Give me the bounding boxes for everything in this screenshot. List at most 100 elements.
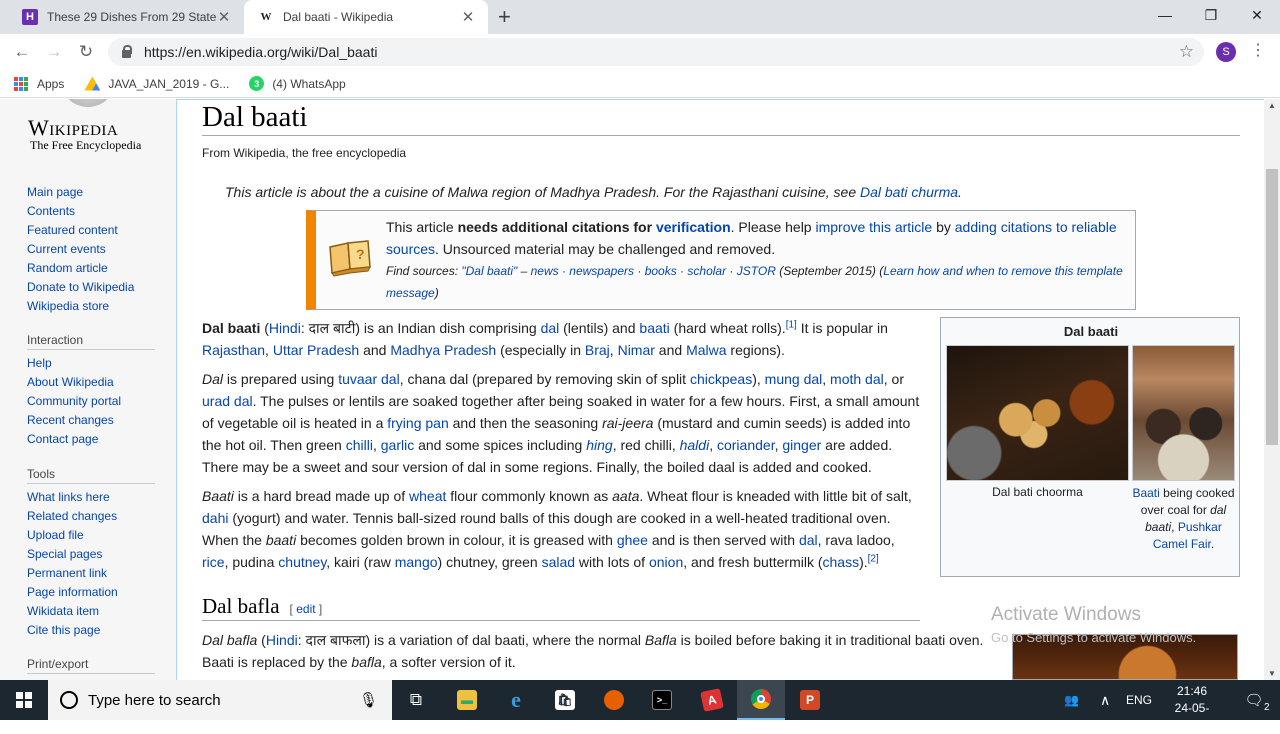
ginger-link[interactable]: ginger bbox=[782, 437, 821, 453]
newspapers-link[interactable]: newspapers bbox=[569, 264, 634, 278]
nav-link[interactable]: Special pages bbox=[27, 545, 155, 564]
reference-link[interactable]: [1] bbox=[786, 319, 797, 330]
mango-link[interactable]: mango bbox=[395, 554, 438, 570]
dahi-link[interactable]: dahi bbox=[202, 510, 228, 526]
nav-link[interactable]: Upload file bbox=[27, 526, 155, 545]
nav-link[interactable]: What links here bbox=[27, 488, 155, 507]
restore-icon[interactable]: ❐ bbox=[1188, 0, 1234, 30]
terminal-icon[interactable]: >_ bbox=[638, 680, 686, 720]
page-scrollbar[interactable]: ▲ ▼ bbox=[1264, 99, 1280, 680]
salad-link[interactable]: salad bbox=[542, 554, 575, 570]
nav-link[interactable]: Random article bbox=[27, 259, 134, 278]
bookmark-java[interactable]: JAVA_JAN_2019 - G... bbox=[84, 76, 229, 91]
hindi-link[interactable]: Hindi bbox=[269, 320, 301, 336]
reload-icon[interactable]: ↻ bbox=[74, 40, 98, 64]
store-icon[interactable]: 🛍 bbox=[541, 680, 589, 720]
tab-dishes[interactable]: H These 29 Dishes From 29 States I ✕ bbox=[8, 0, 244, 34]
nav-link[interactable]: Recent changes bbox=[27, 411, 155, 430]
nav-link[interactable]: Page information bbox=[27, 583, 155, 602]
nav-link[interactable]: About Wikipedia bbox=[27, 373, 155, 392]
baati-cooking-image[interactable] bbox=[1132, 345, 1235, 481]
task-view-icon[interactable]: ⧉ bbox=[392, 680, 440, 720]
scroll-thumb[interactable] bbox=[1266, 169, 1278, 445]
language-indicator[interactable]: ENG bbox=[1126, 680, 1152, 720]
nav-link[interactable]: Contents bbox=[27, 202, 134, 221]
jstor-link[interactable]: JSTOR bbox=[737, 264, 776, 278]
nav-link[interactable]: Wikipedia store bbox=[27, 297, 134, 316]
find-query-link[interactable]: "Dal baati" bbox=[461, 264, 517, 278]
bookmark-apps[interactable]: Apps bbox=[14, 76, 64, 91]
dal-link[interactable]: dal bbox=[799, 532, 818, 548]
frying-pan-link[interactable]: frying pan bbox=[387, 415, 448, 431]
system-clock[interactable]: 21:46 24-05-2019 bbox=[1162, 683, 1222, 734]
notifications-icon[interactable]: 🗨 2 bbox=[1234, 680, 1274, 720]
nav-link[interactable]: Help bbox=[27, 354, 155, 373]
dal-bati-choorma-image[interactable] bbox=[946, 345, 1129, 481]
improve-link[interactable]: improve this article bbox=[815, 219, 932, 235]
profile-avatar[interactable]: S bbox=[1216, 42, 1236, 62]
mung-dal-link[interactable]: mung dal bbox=[765, 371, 823, 387]
powerpoint-icon[interactable]: P bbox=[786, 680, 834, 720]
bookmark-whatsapp[interactable]: 3 (4) WhatsApp bbox=[249, 76, 346, 91]
start-button[interactable] bbox=[0, 680, 48, 720]
people-icon[interactable]: 👥 bbox=[1064, 680, 1079, 720]
reference-link[interactable]: [2] bbox=[868, 553, 879, 564]
baati-link[interactable]: Baati bbox=[1132, 486, 1159, 500]
chutney-link[interactable]: chutney bbox=[278, 554, 326, 570]
url-text[interactable]: https://en.wikipedia.org/wiki/Dal_baati bbox=[144, 44, 377, 60]
address-bar[interactable]: https://en.wikipedia.org/wiki/Dal_baati … bbox=[108, 38, 1204, 66]
nav-link[interactable]: Current events bbox=[27, 240, 134, 259]
edge-icon[interactable]: e bbox=[492, 680, 540, 720]
chrome-icon[interactable] bbox=[737, 680, 785, 720]
close-window-icon[interactable]: ✕ bbox=[1234, 0, 1280, 30]
rice-link[interactable]: rice bbox=[202, 554, 225, 570]
tray-chevron-icon[interactable]: ∧ bbox=[1100, 680, 1110, 720]
nav-link[interactable]: Related changes bbox=[27, 507, 155, 526]
malwa-link[interactable]: Malwa bbox=[686, 342, 726, 358]
file-explorer-icon[interactable]: ▬ bbox=[443, 680, 491, 720]
acrobat-icon[interactable]: A bbox=[688, 680, 736, 720]
dal-link[interactable]: dal bbox=[541, 320, 560, 336]
chilli-link[interactable]: chilli bbox=[346, 437, 373, 453]
lock-icon[interactable] bbox=[120, 45, 134, 59]
rajasthan-link[interactable]: Rajasthan bbox=[202, 342, 265, 358]
back-icon[interactable]: ← bbox=[10, 40, 34, 64]
chrome-menu-icon[interactable]: ⋮ bbox=[1250, 40, 1266, 60]
onion-link[interactable]: onion bbox=[649, 554, 683, 570]
nimar-link[interactable]: Nimar bbox=[618, 342, 655, 358]
nav-link[interactable]: Cite this page bbox=[27, 621, 155, 640]
scroll-down-icon[interactable]: ▼ bbox=[1264, 669, 1280, 678]
scholar-link[interactable]: scholar bbox=[687, 264, 726, 278]
news-link[interactable]: news bbox=[531, 264, 559, 278]
hindi-link[interactable]: Hindi bbox=[266, 632, 298, 648]
baati-link[interactable]: baati bbox=[639, 320, 669, 336]
coriander-link[interactable]: coriander bbox=[717, 437, 775, 453]
wheat-link[interactable]: wheat bbox=[409, 488, 446, 504]
ghee-link[interactable]: ghee bbox=[617, 532, 648, 548]
nav-link[interactable]: Wikidata item bbox=[27, 602, 155, 621]
nav-link[interactable]: Contact page bbox=[27, 430, 155, 449]
new-tab-icon[interactable]: + bbox=[498, 4, 511, 30]
tab-close-icon[interactable]: ✕ bbox=[460, 8, 476, 26]
haldi-link[interactable]: haldi bbox=[680, 437, 710, 453]
nav-link[interactable]: Main page bbox=[27, 183, 134, 202]
nav-link[interactable]: Community portal bbox=[27, 392, 155, 411]
chickpeas-link[interactable]: chickpeas bbox=[690, 371, 752, 387]
tuvaar-dal-link[interactable]: tuvaar dal bbox=[338, 371, 399, 387]
verification-link[interactable]: verification bbox=[656, 219, 731, 235]
tab-dal-baati[interactable]: W Dal baati - Wikipedia ✕ bbox=[244, 0, 488, 34]
microphone-icon[interactable]: 🎙 bbox=[359, 691, 378, 709]
uttar-pradesh-link[interactable]: Uttar Pradesh bbox=[273, 342, 359, 358]
hatnote-link[interactable]: Dal bati churma bbox=[860, 184, 958, 200]
books-link[interactable]: books bbox=[645, 264, 677, 278]
nav-link[interactable]: Permanent link bbox=[27, 564, 155, 583]
madhya-pradesh-link[interactable]: Madhya Pradesh bbox=[390, 342, 496, 358]
firefox-icon[interactable] bbox=[590, 680, 638, 720]
wikipedia-globe-logo[interactable] bbox=[60, 99, 116, 107]
forward-icon[interactable]: → bbox=[42, 40, 66, 64]
moth-dal-link[interactable]: moth dal bbox=[830, 371, 884, 387]
nav-link[interactable]: Donate to Wikipedia bbox=[27, 278, 134, 297]
edit-link[interactable]: edit bbox=[296, 602, 315, 616]
scroll-up-icon[interactable]: ▲ bbox=[1264, 101, 1280, 110]
minimize-icon[interactable]: — bbox=[1142, 0, 1188, 30]
